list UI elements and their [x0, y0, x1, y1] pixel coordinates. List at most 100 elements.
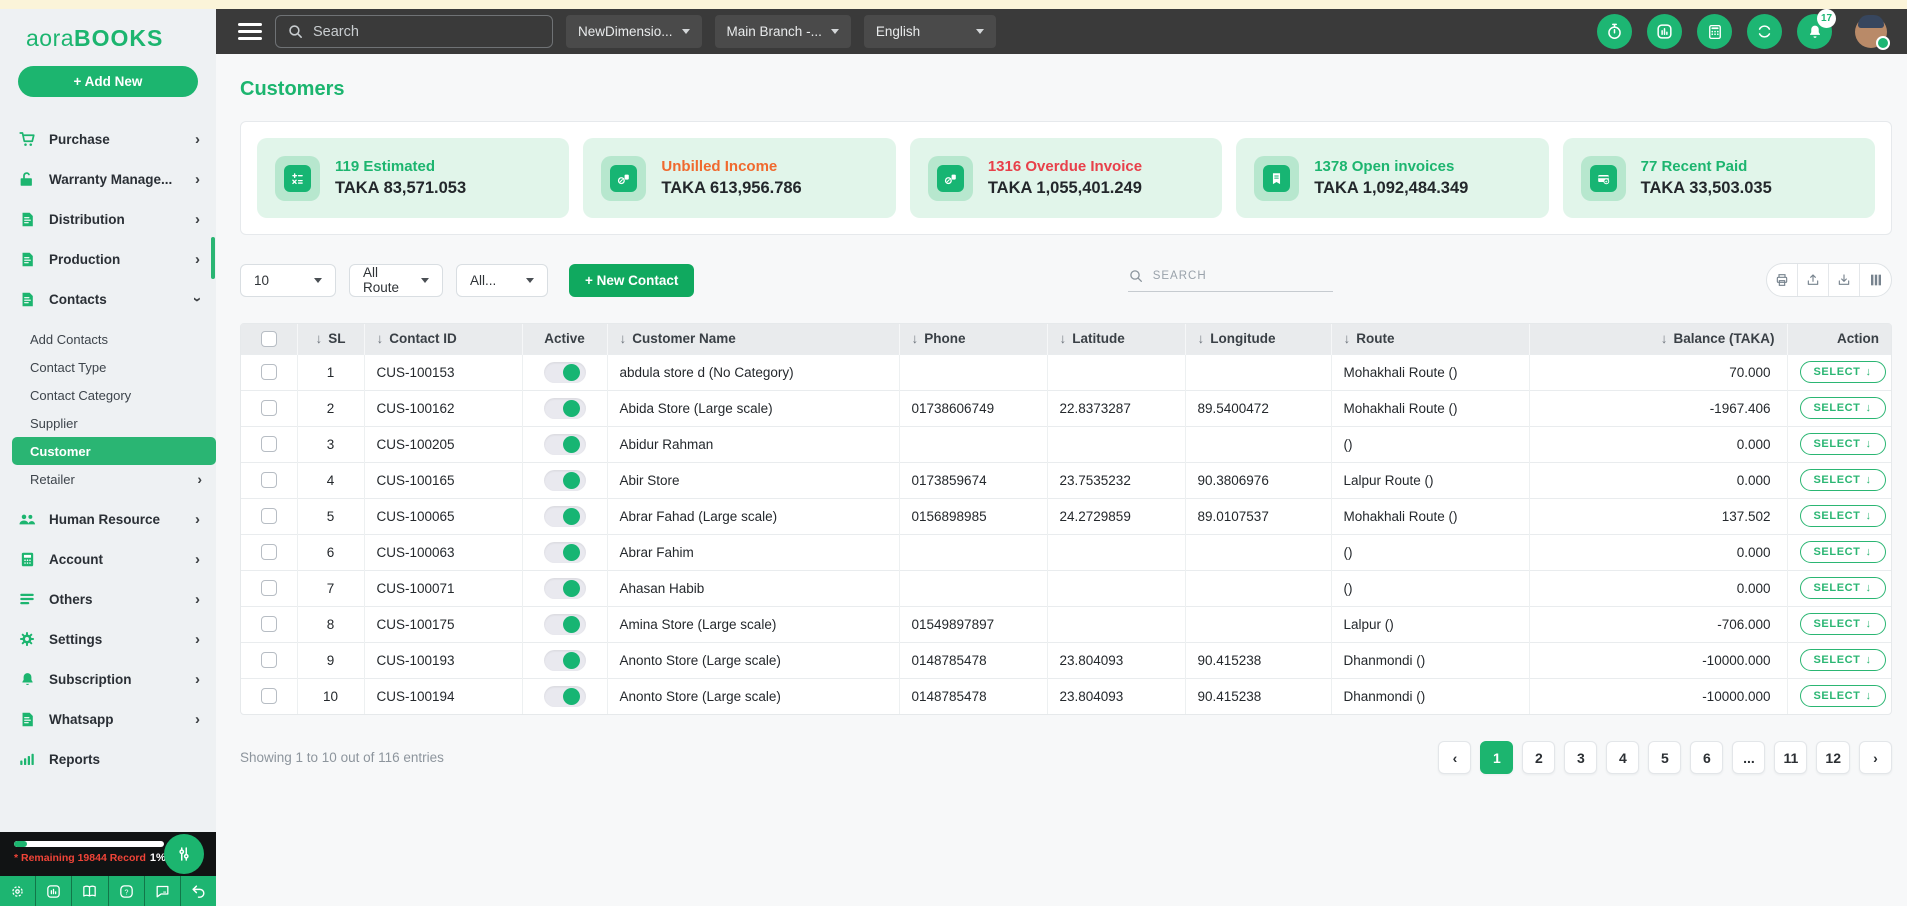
sidebar-item-distribution[interactable]: Distribution ›	[0, 199, 216, 239]
export-button[interactable]	[1798, 264, 1829, 296]
submenu-item[interactable]: Contact Category	[0, 381, 216, 409]
row-select-button[interactable]: SELECT	[1799, 505, 1886, 527]
row-select-button[interactable]: SELECT	[1799, 649, 1886, 671]
chat-shortcut-button[interactable]	[145, 876, 181, 906]
header-balance[interactable]: Balance (TAKA)	[1529, 324, 1788, 354]
row-checkbox[interactable]	[260, 472, 277, 489]
page-button[interactable]: 11	[1774, 741, 1808, 774]
columns-button[interactable]	[1860, 264, 1891, 296]
page-size-select[interactable]: 10	[240, 263, 336, 297]
category-filter-select[interactable]: All...	[456, 263, 548, 297]
row-checkbox[interactable]	[260, 436, 277, 453]
header-sl[interactable]: SL	[297, 324, 365, 354]
docs-shortcut-button[interactable]	[72, 876, 109, 906]
sidebar-item-production[interactable]: Production ›	[0, 239, 216, 279]
global-search-input[interactable]	[313, 23, 541, 40]
hamburger-menu-icon[interactable]	[238, 23, 262, 40]
page-button[interactable]: ...	[1732, 741, 1766, 774]
help-shortcut-button[interactable]: ?	[109, 876, 145, 906]
page-button[interactable]: 2	[1522, 741, 1556, 774]
header-select-all[interactable]	[241, 324, 298, 354]
row-select-button[interactable]: SELECT	[1799, 685, 1886, 708]
page-button[interactable]: 12	[1816, 741, 1850, 774]
calculator-button[interactable]	[1697, 14, 1732, 49]
page-button[interactable]: 1	[1480, 741, 1514, 774]
card-overdue-invoice[interactable]: 1316 Overdue Invoice TAKA 1,055,401.249	[909, 138, 1223, 218]
row-select-button[interactable]: SELECT	[1799, 397, 1886, 419]
header-phone[interactable]: Phone	[899, 324, 1048, 354]
page-button[interactable]: 4	[1606, 741, 1640, 774]
header-latitude[interactable]: Latitude	[1047, 324, 1186, 354]
page-button[interactable]: 6	[1690, 741, 1724, 774]
header-longitude[interactable]: Longitude	[1185, 324, 1332, 354]
submenu-item[interactable]: Supplier	[0, 409, 216, 437]
scan-button[interactable]	[1747, 14, 1782, 49]
active-toggle[interactable]	[543, 397, 586, 419]
row-checkbox[interactable]	[260, 652, 277, 669]
branch-dropdown[interactable]: Main Branch -...	[714, 15, 851, 48]
row-checkbox[interactable]	[260, 400, 277, 417]
submenu-item[interactable]: Retailer ›	[0, 465, 216, 493]
submenu-item[interactable]: Contact Type	[0, 353, 216, 381]
page-button[interactable]: ›	[1859, 741, 1892, 774]
header-route[interactable]: Route	[1331, 324, 1530, 354]
language-dropdown[interactable]: English	[863, 15, 996, 48]
row-checkbox[interactable]	[260, 616, 277, 633]
timer-button[interactable]	[1597, 14, 1632, 49]
page-button[interactable]: 3	[1564, 741, 1598, 774]
sidebar-item-others[interactable]: Others ›	[0, 579, 216, 619]
card-estimated[interactable]: 119 Estimated TAKA 83,571.053	[257, 138, 570, 218]
card-unbilled-income[interactable]: Unbilled Income TAKA 613,956.786	[583, 138, 896, 218]
active-toggle[interactable]	[543, 469, 586, 491]
sidebar-item-human-resource[interactable]: Human Resource ›	[0, 499, 216, 539]
table-search[interactable]	[1127, 268, 1333, 292]
sidebar-item-settings[interactable]: Settings ›	[0, 619, 216, 659]
chart-shortcut-button[interactable]	[36, 876, 73, 906]
row-select-button[interactable]: SELECT	[1799, 361, 1886, 383]
active-toggle[interactable]	[543, 541, 586, 563]
page-button[interactable]: ‹	[1438, 741, 1472, 774]
card-recent-paid[interactable]: 77 Recent Paid TAKA 33,503.035	[1562, 138, 1876, 218]
page-button[interactable]: 5	[1648, 741, 1682, 774]
select-all-checkbox[interactable]	[260, 330, 277, 347]
new-contact-button[interactable]: + New Contact	[569, 263, 695, 297]
sidebar-item-whatsapp[interactable]: Whatsapp ›	[0, 699, 216, 739]
row-select-button[interactable]: SELECT	[1799, 469, 1886, 491]
undo-shortcut-button[interactable]	[181, 876, 216, 906]
settings-shortcut-button[interactable]	[0, 876, 37, 906]
global-search[interactable]	[275, 15, 553, 48]
active-toggle[interactable]	[543, 649, 586, 671]
active-toggle[interactable]	[543, 361, 586, 383]
sidebar-item-purchase[interactable]: Purchase ›	[0, 119, 216, 159]
sidebar-item-account[interactable]: Account ›	[0, 539, 216, 579]
route-filter-select[interactable]: All Route	[349, 263, 443, 297]
sidebar-scrollbar[interactable]	[211, 237, 215, 279]
row-checkbox[interactable]	[260, 508, 277, 525]
row-select-button[interactable]: SELECT	[1799, 613, 1886, 635]
row-checkbox[interactable]	[260, 544, 277, 561]
sidebar-item-contacts[interactable]: Contacts ›	[0, 279, 216, 319]
preferences-button[interactable]	[164, 834, 204, 874]
active-toggle[interactable]	[543, 577, 586, 599]
header-contact-id[interactable]: Contact ID	[364, 324, 523, 354]
company-dropdown[interactable]: NewDimensio...	[566, 15, 702, 48]
row-select-button[interactable]: SELECT	[1799, 577, 1886, 599]
notifications-button[interactable]: 17	[1797, 9, 1836, 49]
sidebar-item-reports[interactable]: Reports	[0, 739, 216, 779]
active-toggle[interactable]	[543, 613, 586, 635]
table-search-input[interactable]	[1152, 270, 1333, 282]
submenu-item[interactable]: Customer	[12, 437, 216, 465]
analytics-button[interactable]	[1647, 14, 1682, 49]
row-checkbox[interactable]	[260, 364, 277, 381]
download-button[interactable]	[1829, 264, 1860, 296]
active-toggle[interactable]	[543, 433, 586, 455]
row-checkbox[interactable]	[260, 688, 277, 705]
row-select-button[interactable]: SELECT	[1799, 433, 1886, 455]
active-toggle[interactable]	[543, 685, 586, 707]
submenu-item[interactable]: Add Contacts	[0, 325, 216, 353]
header-customer-name[interactable]: Customer Name	[607, 324, 900, 354]
sidebar-item-subscription[interactable]: Subscription ›	[0, 659, 216, 699]
print-button[interactable]	[1767, 264, 1798, 296]
row-select-button[interactable]: SELECT	[1799, 541, 1886, 563]
active-toggle[interactable]	[543, 505, 586, 527]
